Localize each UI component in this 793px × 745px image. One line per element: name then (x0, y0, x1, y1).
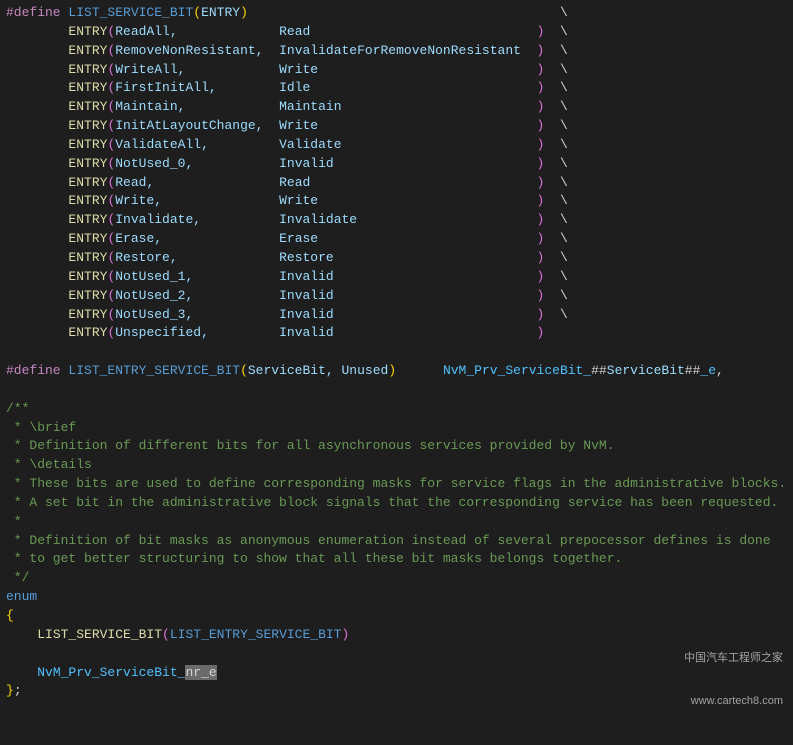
entry-line: ENTRY(NotUsed_2, Invalid ) \ (6, 287, 787, 306)
entry-line: ENTRY(InitAtLayoutChange, Write ) \ (6, 117, 787, 136)
directive: #define (6, 5, 61, 20)
entry-line: ENTRY(NotUsed_1, Invalid ) \ (6, 268, 787, 287)
selection-highlight: nr_e (185, 665, 216, 680)
comment-line: * Definition of bit masks as anonymous e… (6, 532, 787, 551)
entry-line: ENTRY(Unspecified, Invalid ) (6, 324, 787, 343)
brace-open: { (6, 608, 14, 623)
code-editor[interactable]: #define LIST_SERVICE_BIT(ENTRY) \ ENTRY(… (0, 0, 793, 745)
entry-line: ENTRY(NotUsed_0, Invalid ) \ (6, 155, 787, 174)
entry-line: ENTRY(Maintain, Maintain ) \ (6, 98, 787, 117)
macro-param: ENTRY (201, 5, 240, 20)
comment-line: * to get better structuring to show that… (6, 550, 787, 569)
enum-keyword: enum (6, 589, 37, 604)
comment-line: * (6, 513, 787, 532)
entry-line: ENTRY(Read, Read ) \ (6, 174, 787, 193)
enum-last-prefix: NvM_Prv_ServiceBit_ (37, 665, 185, 680)
entry-line: ENTRY(ValidateAll, Validate ) \ (6, 136, 787, 155)
comment-close: */ (6, 569, 787, 588)
define2: #define LIST_ENTRY_SERVICE_BIT(ServiceBi… (6, 362, 787, 381)
macro-arg: LIST_ENTRY_SERVICE_BIT (170, 627, 342, 642)
entry-line: ENTRY(RemoveNonResistant, InvalidateForR… (6, 42, 787, 61)
entry-line: ENTRY(Restore, Restore ) \ (6, 249, 787, 268)
comment-line: * A set bit in the administrative block … (6, 494, 787, 513)
comment-line: * \brief (6, 419, 787, 438)
define1-header: #define LIST_SERVICE_BIT(ENTRY) \ (6, 4, 787, 23)
entry-line: ENTRY(FirstInitAll, Idle ) \ (6, 79, 787, 98)
entry-line: ENTRY(Erase, Erase ) \ (6, 230, 787, 249)
macro-call: LIST_SERVICE_BIT (37, 627, 162, 642)
entry-line: ENTRY(Invalidate, Invalidate ) \ (6, 211, 787, 230)
entry-line: ENTRY(ReadAll, Read ) \ (6, 23, 787, 42)
entry-line: ENTRY(NotUsed_3, Invalid ) \ (6, 306, 787, 325)
macro-name: LIST_SERVICE_BIT (68, 5, 193, 20)
entry-line: ENTRY(Write, Write ) \ (6, 192, 787, 211)
comment-line: * These bits are used to define correspo… (6, 475, 787, 494)
brace-close: } (6, 683, 14, 698)
comment-line: * Definition of different bits for all a… (6, 437, 787, 456)
entry-line: ENTRY(WriteAll, Write ) \ (6, 61, 787, 80)
comment-line: * \details (6, 456, 787, 475)
comment-open: /** (6, 400, 787, 419)
